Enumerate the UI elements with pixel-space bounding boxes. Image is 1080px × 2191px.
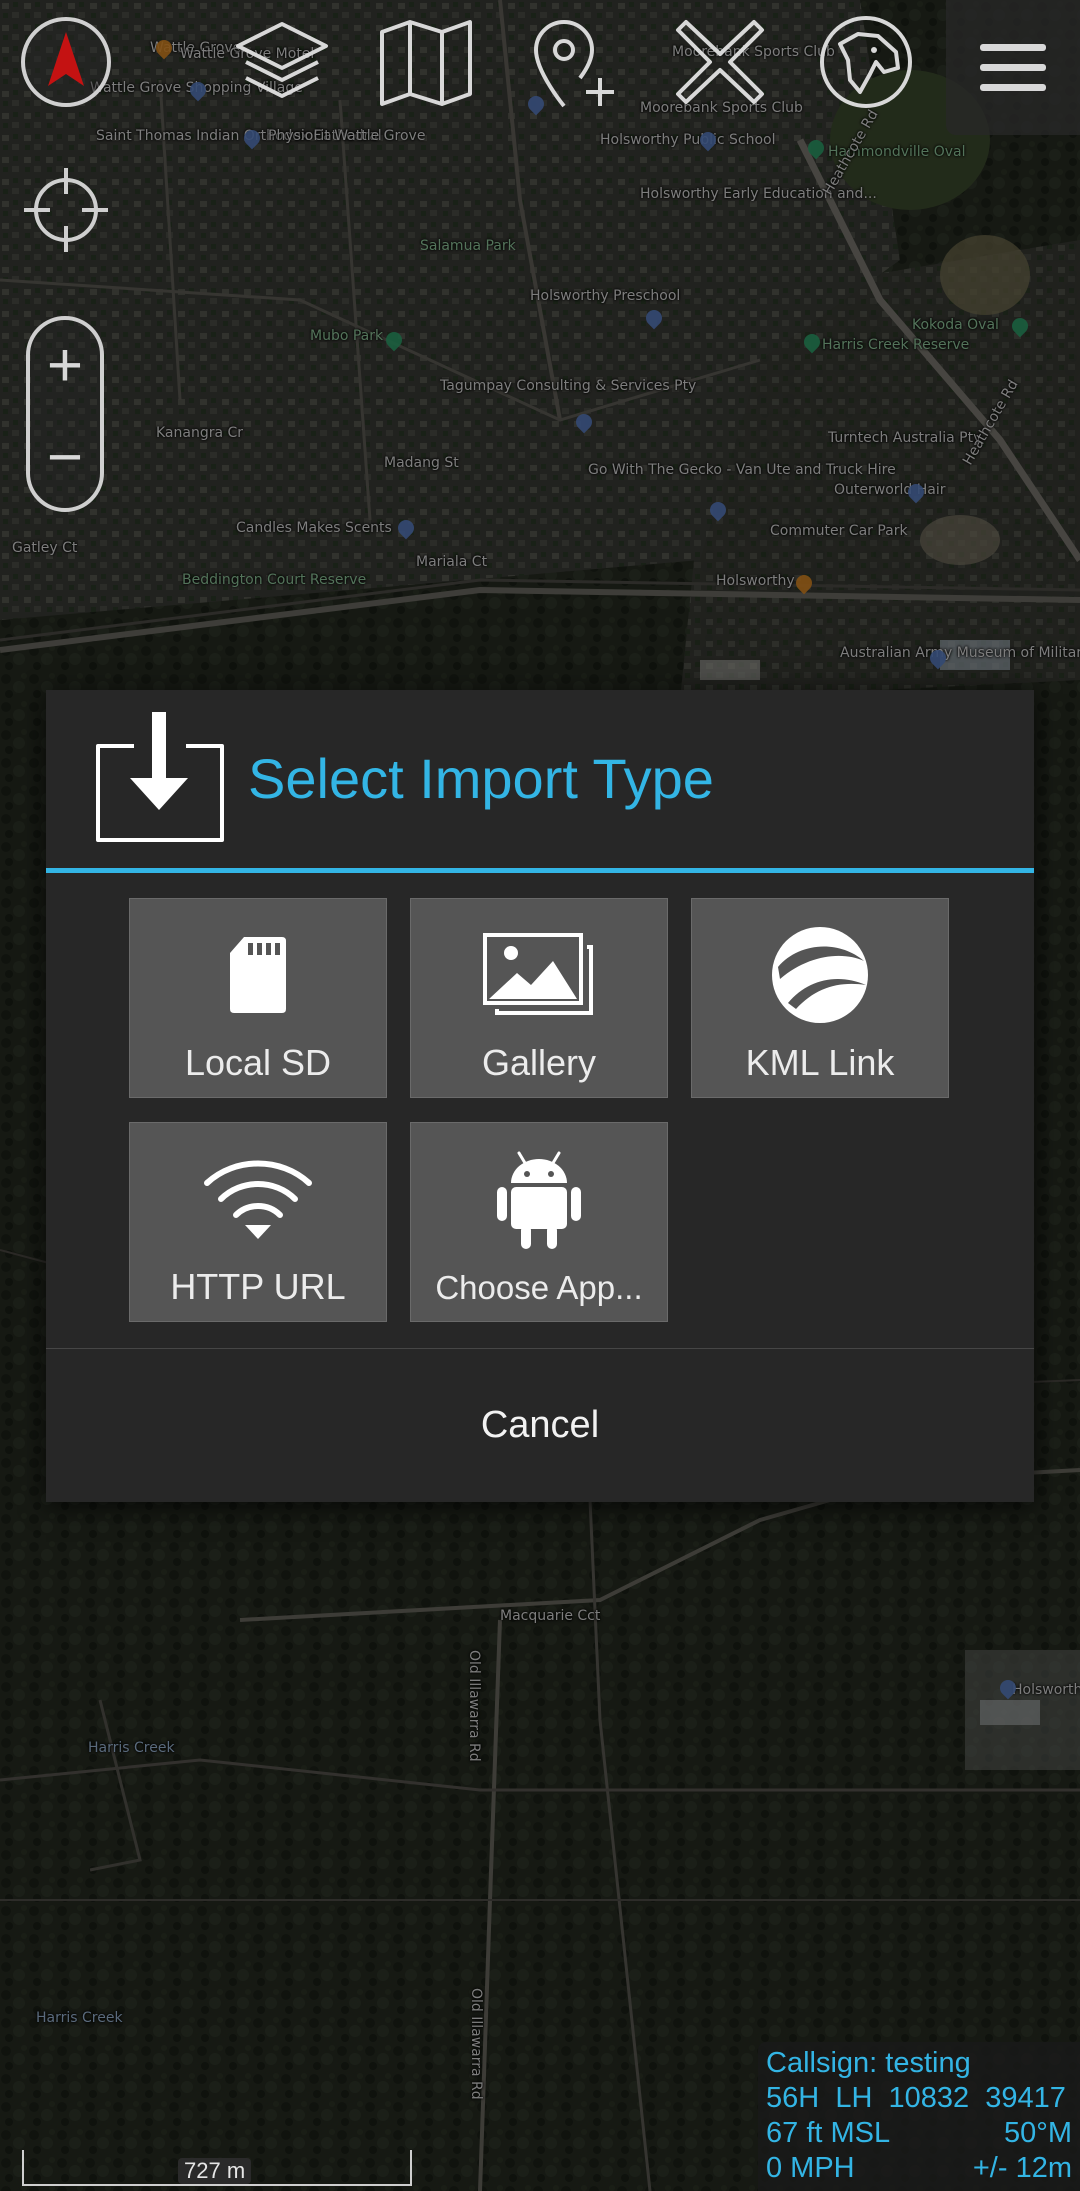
- sd-card-icon: [230, 937, 286, 1013]
- android-icon: [497, 1151, 581, 1249]
- import-download-icon: [96, 712, 224, 842]
- heading-text: 50°M: [1003, 2117, 1072, 2149]
- hamburger-menu-icon: [980, 43, 1046, 91]
- compass-button[interactable]: [16, 12, 116, 112]
- dialog-header: Select Import Type: [46, 690, 1034, 870]
- speed-text: 0 MPH: [766, 2152, 855, 2184]
- wifi-icon: [204, 1160, 312, 1239]
- cancel-button[interactable]: Cancel: [46, 1349, 1034, 1502]
- option-label: Local SD: [184, 1042, 332, 1083]
- option-label: KML Link: [745, 1042, 895, 1083]
- title-divider: [46, 868, 1034, 873]
- option-label: Choose App...: [435, 1269, 643, 1306]
- crosshair-icon: [24, 168, 108, 252]
- map-scale-label: 727 m: [178, 2158, 252, 2184]
- option-label: HTTP URL: [170, 1266, 346, 1307]
- menu-button[interactable]: [946, 0, 1080, 135]
- option-label: Gallery: [481, 1042, 597, 1083]
- close-icon: [676, 20, 764, 104]
- import-type-dialog: Select Import Type Local SD Gallery KML …: [46, 690, 1034, 1502]
- accuracy-text: +/- 12m: [972, 2152, 1072, 2184]
- close-tool-button[interactable]: [670, 12, 770, 112]
- altitude-text: 67 ft MSL: [766, 2117, 891, 2149]
- option-kml-link[interactable]: KML Link: [691, 898, 949, 1098]
- layers-icon: [236, 22, 328, 98]
- zoom-in-button[interactable]: +: [30, 324, 100, 408]
- dog-head-icon: [820, 16, 912, 108]
- dog-tracker-button[interactable]: [816, 12, 916, 112]
- layers-button[interactable]: [232, 12, 332, 112]
- dialog-title: Select Import Type: [248, 747, 714, 810]
- location-status-panel[interactable]: Callsign: testing 56H LH 10832 39417 67 …: [758, 2042, 1080, 2191]
- option-http-url[interactable]: HTTP URL: [129, 1122, 387, 1322]
- gallery-image-icon: [483, 933, 593, 1015]
- callsign-text: Callsign: testing: [766, 2047, 971, 2079]
- folded-map-icon: [380, 20, 472, 106]
- option-gallery[interactable]: Gallery: [410, 898, 668, 1098]
- option-local-sd[interactable]: Local SD: [129, 898, 387, 1098]
- option-choose-app[interactable]: Choose App...: [410, 1122, 668, 1322]
- screen: Wattle Grove Wattle Grove Shopping Villag…: [0, 0, 1080, 2191]
- grid-coordinates: 56H LH 10832 39417: [766, 2082, 1066, 2114]
- add-point-button[interactable]: [522, 12, 622, 112]
- zoom-control: + −: [26, 316, 104, 512]
- zoom-out-button[interactable]: −: [30, 416, 100, 500]
- compass-arrow-icon: [21, 17, 111, 107]
- locate-button[interactable]: [20, 164, 112, 256]
- add-location-pin-icon: [533, 20, 614, 108]
- google-earth-icon: [772, 927, 868, 1023]
- map-button[interactable]: [376, 12, 476, 112]
